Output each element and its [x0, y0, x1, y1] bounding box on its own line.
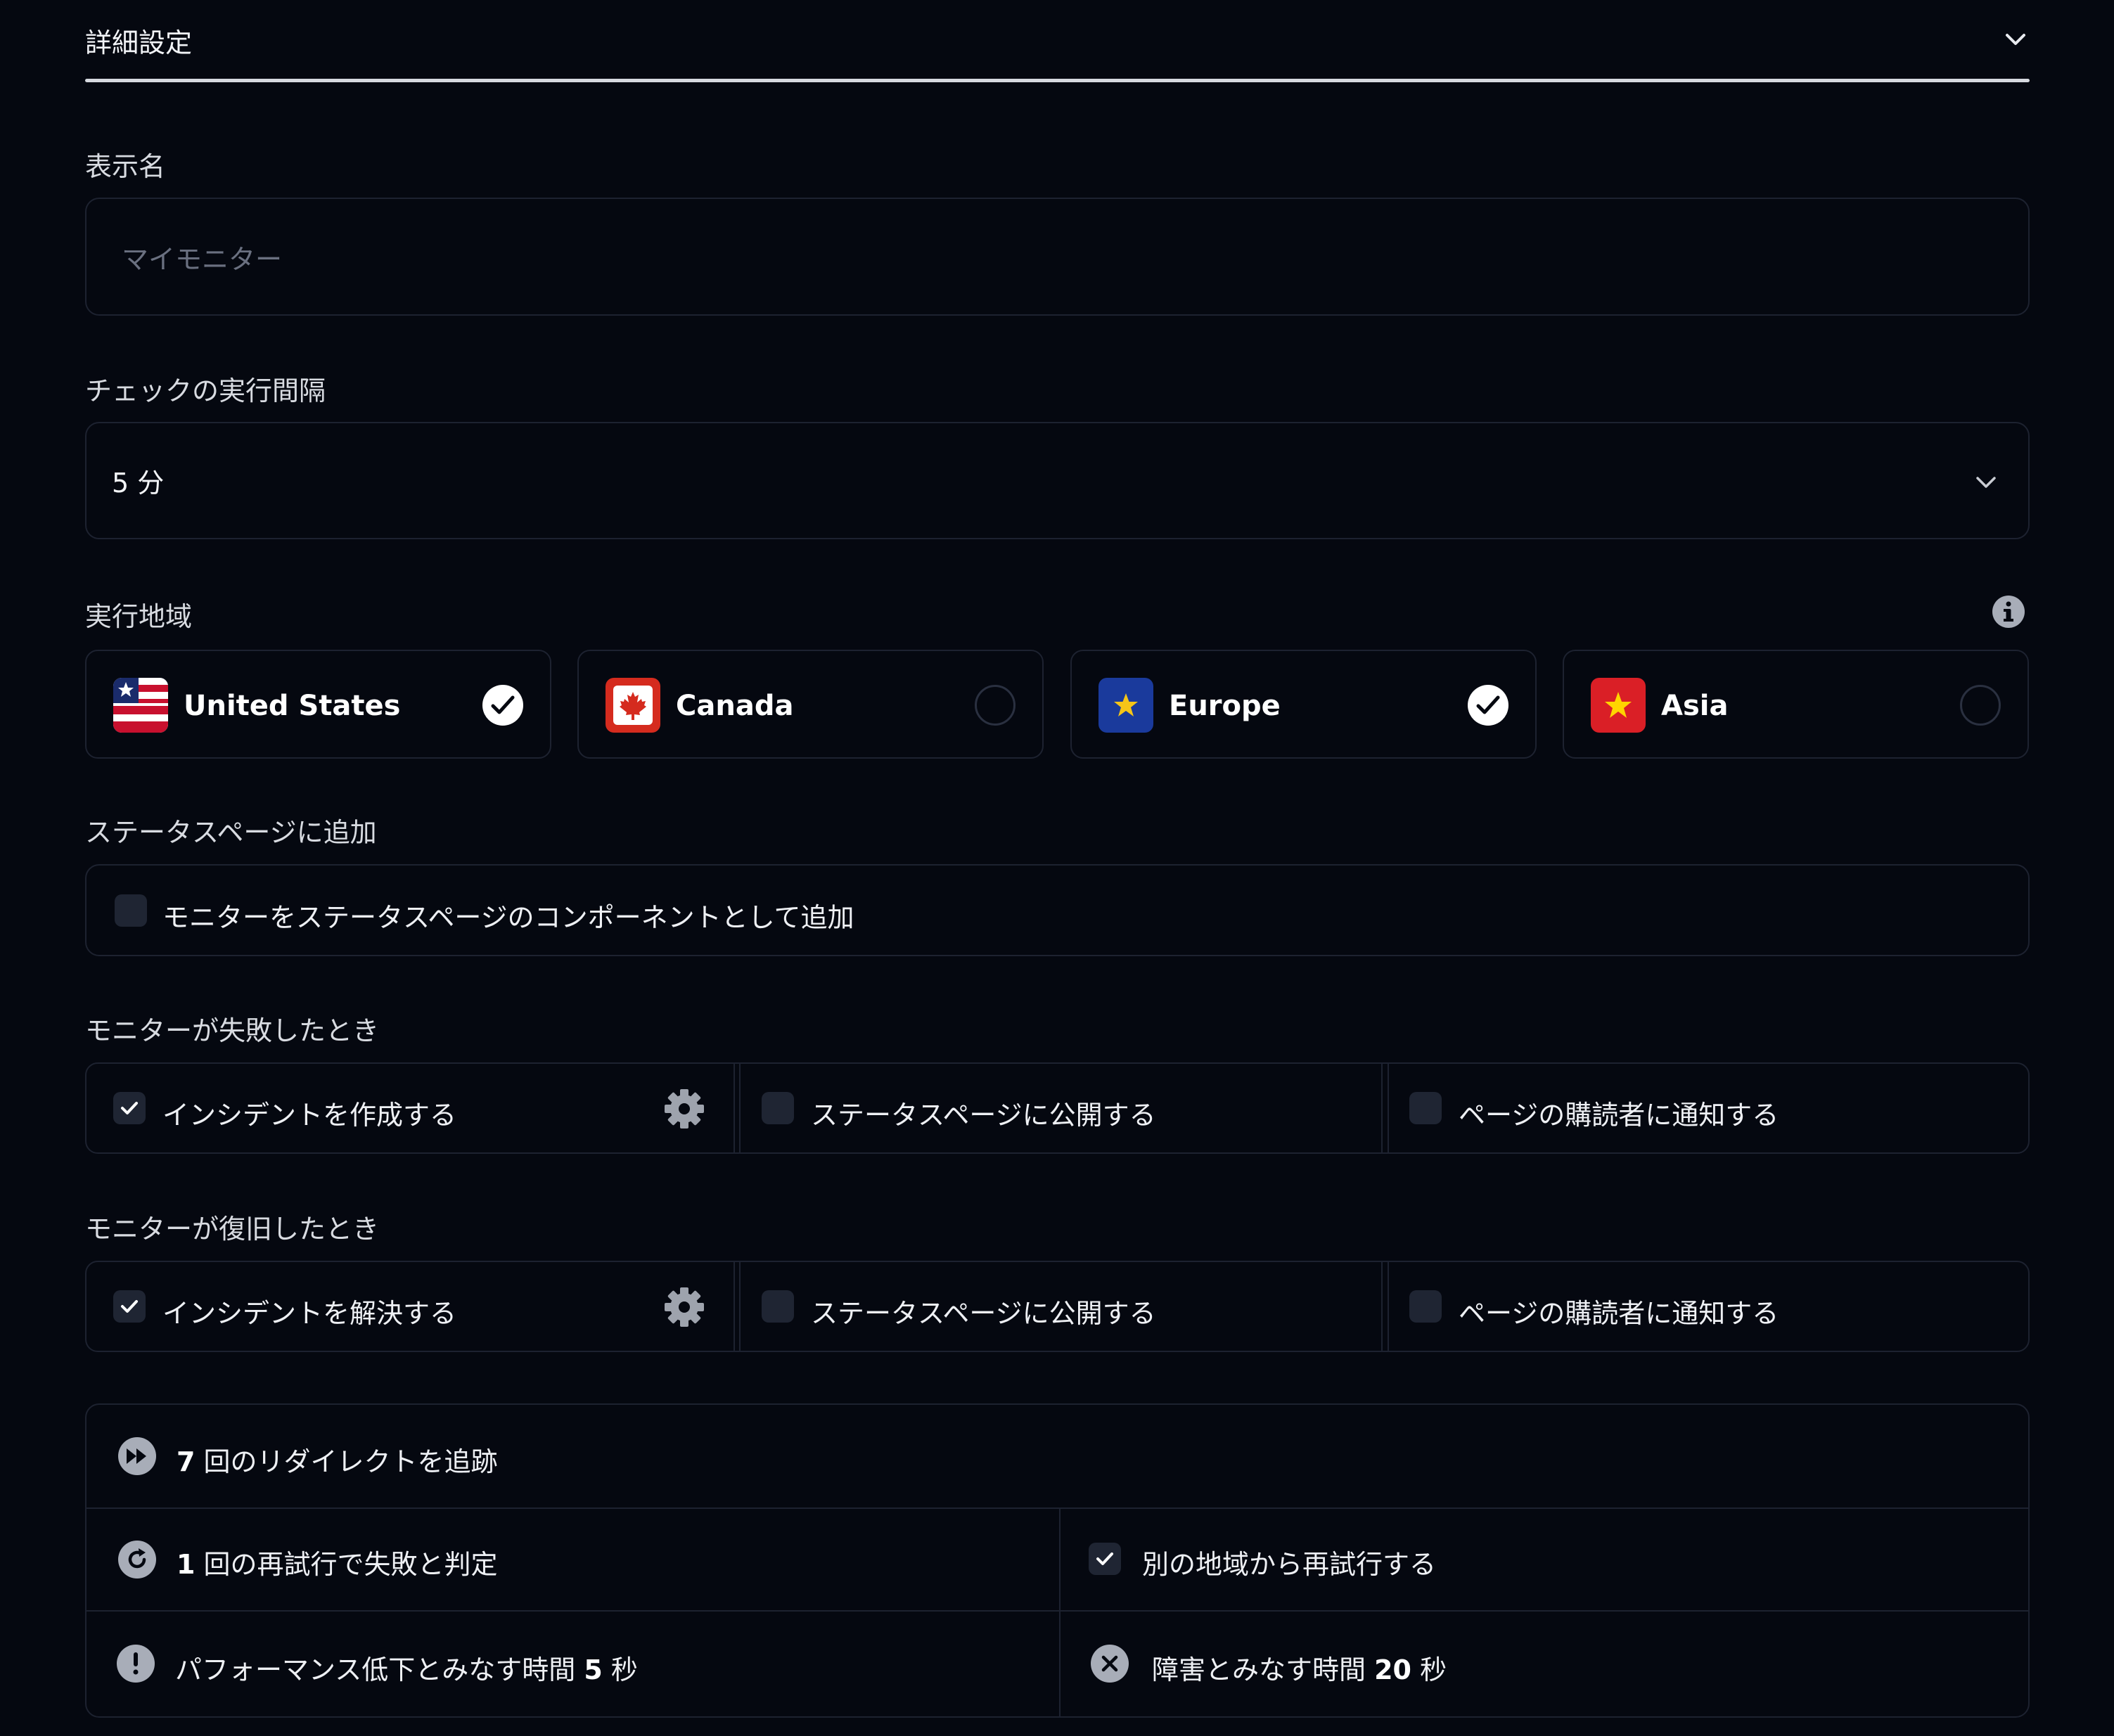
region-name: Asia	[1661, 690, 1729, 722]
region-card-united-states[interactable]: United States	[85, 650, 551, 759]
region-card-asia[interactable]: Asia	[1563, 650, 2029, 759]
redirects-count[interactable]: 7	[177, 1446, 195, 1477]
publish-status-page-option[interactable]: ステータスページに公開する	[734, 1062, 1389, 1154]
chevron-down-icon[interactable]	[2001, 25, 2030, 53]
failure-value[interactable]: 20	[1374, 1654, 1411, 1685]
publish-status-page-checkbox[interactable]	[762, 1092, 794, 1124]
chevron-down-icon	[1976, 477, 1996, 488]
create-incident-option[interactable]: インシデントを作成する	[85, 1062, 741, 1154]
retries-text: 1 回の再試行で失敗と判定	[177, 1543, 498, 1581]
retry-other-region-cell[interactable]: 別の地域から再試行する	[1061, 1509, 2030, 1610]
regions-label: 実行地域	[85, 601, 193, 632]
display-name-placeholder: マイモニター	[122, 244, 283, 275]
region-card-canada[interactable]: Canada	[577, 650, 1044, 759]
eu-flag-icon	[1098, 678, 1153, 733]
on-recover-label: モニターが復旧したとき	[85, 1214, 380, 1245]
notify-subscribers-checkbox[interactable]	[1409, 1092, 1442, 1124]
advanced-settings-header[interactable]: 詳細設定	[85, 0, 2030, 83]
redirects-label: 回のリダイレクトを追跡	[203, 1446, 498, 1477]
asia-flag-icon	[1591, 678, 1646, 733]
gear-icon[interactable]	[663, 1286, 705, 1328]
notify-subscribers-text: ページの購読者に通知する	[1459, 1298, 1779, 1329]
region-selected-indicator[interactable]	[1468, 685, 1508, 726]
close-circle-icon	[1091, 1645, 1129, 1683]
interval-value: 5 分	[112, 468, 165, 499]
display-name-label: 表示名	[85, 151, 166, 182]
create-incident-checkbox[interactable]	[113, 1092, 146, 1124]
publish-status-page-text: ステータスページに公開する	[811, 1100, 1156, 1131]
advanced-settings-panel: 詳細設定 表示名 マイモニター チェックの実行間隔 5 分 実行地域 Unite…	[0, 0, 2114, 1736]
notify-subscribers-option[interactable]: ページの購読者に通知する	[1381, 1062, 2030, 1154]
exclamation-icon	[117, 1645, 155, 1683]
status-page-option[interactable]: モニターをステータスページのコンポーネントとして追加	[85, 864, 2030, 956]
failure-threshold-cell[interactable]: 障害とみなす時間 20 秒	[1061, 1612, 2030, 1717]
resolve-incident-text: インシデントを解決する	[162, 1298, 457, 1329]
on-fail-label: モニターが失敗したとき	[85, 1015, 380, 1046]
degraded-threshold-cell[interactable]: パフォーマンス低下とみなす時間 5 秒	[87, 1612, 1059, 1717]
status-page-option-text: モニターをステータスページのコンポーネントとして追加	[162, 902, 854, 933]
redirects-row[interactable]: 7 回のリダイレクトを追跡	[87, 1405, 2028, 1507]
us-flag-icon	[113, 678, 168, 733]
degraded-value[interactable]: 5	[584, 1654, 602, 1685]
failure-prefix: 障害とみなす時間	[1152, 1654, 1366, 1685]
interval-select[interactable]: 5 分	[85, 422, 2030, 539]
degraded-unit: 秒	[610, 1654, 638, 1685]
region-unselected-indicator[interactable]	[975, 685, 1016, 726]
interval-label: チェックの実行間隔	[85, 375, 326, 406]
retry-icon	[118, 1541, 156, 1579]
retry-other-region-text: 別の地域から再試行する	[1142, 1549, 1437, 1580]
notify-subscribers-text: ページの購読者に通知する	[1459, 1100, 1779, 1131]
region-card-europe[interactable]: Europe	[1070, 650, 1537, 759]
retries-count[interactable]: 1	[177, 1549, 195, 1580]
failure-unit: 秒	[1420, 1654, 1447, 1685]
info-icon[interactable]	[1992, 595, 2025, 629]
status-page-checkbox[interactable]	[115, 894, 147, 927]
retries-label: 回の再試行で失敗と判定	[203, 1549, 498, 1580]
publish-status-page-checkbox[interactable]	[762, 1290, 794, 1323]
create-incident-text: インシデントを作成する	[162, 1100, 457, 1131]
status-page-label: ステータスページに追加	[85, 817, 377, 848]
region-name: United States	[184, 690, 401, 722]
retry-other-region-checkbox[interactable]	[1089, 1543, 1121, 1575]
resolve-incident-checkbox[interactable]	[113, 1290, 146, 1323]
redirects-text: 7 回のリダイレクトを追跡	[177, 1440, 498, 1479]
degraded-text: パフォーマンス低下とみなす時間 5 秒	[175, 1648, 638, 1687]
fast-forward-icon	[118, 1437, 156, 1475]
degraded-prefix: パフォーマンス低下とみなす時間	[175, 1654, 576, 1685]
notify-subscribers-checkbox[interactable]	[1409, 1290, 1442, 1323]
display-name-input[interactable]: マイモニター	[85, 198, 2030, 316]
region-name: Canada	[676, 690, 794, 722]
retries-cell[interactable]: 1 回の再試行で失敗と判定	[87, 1509, 1059, 1610]
publish-status-page-option[interactable]: ステータスページに公開する	[734, 1261, 1389, 1352]
notify-subscribers-option[interactable]: ページの購読者に通知する	[1381, 1261, 2030, 1352]
publish-status-page-text: ステータスページに公開する	[811, 1298, 1156, 1329]
advanced-settings-title: 詳細設定	[85, 27, 193, 58]
gear-icon[interactable]	[663, 1088, 705, 1130]
failure-text: 障害とみなす時間 20 秒	[1152, 1648, 1447, 1687]
region-name: Europe	[1169, 690, 1281, 722]
region-selected-indicator[interactable]	[482, 685, 523, 726]
header-divider	[85, 79, 2030, 82]
resolve-incident-option[interactable]: インシデントを解決する	[85, 1261, 741, 1352]
region-unselected-indicator[interactable]	[1960, 685, 2001, 726]
canada-flag-icon	[606, 678, 660, 733]
advanced-options-table: 7 回のリダイレクトを追跡 1 回の再試行で失敗と判定 別の地域から再試行する	[85, 1403, 2030, 1718]
